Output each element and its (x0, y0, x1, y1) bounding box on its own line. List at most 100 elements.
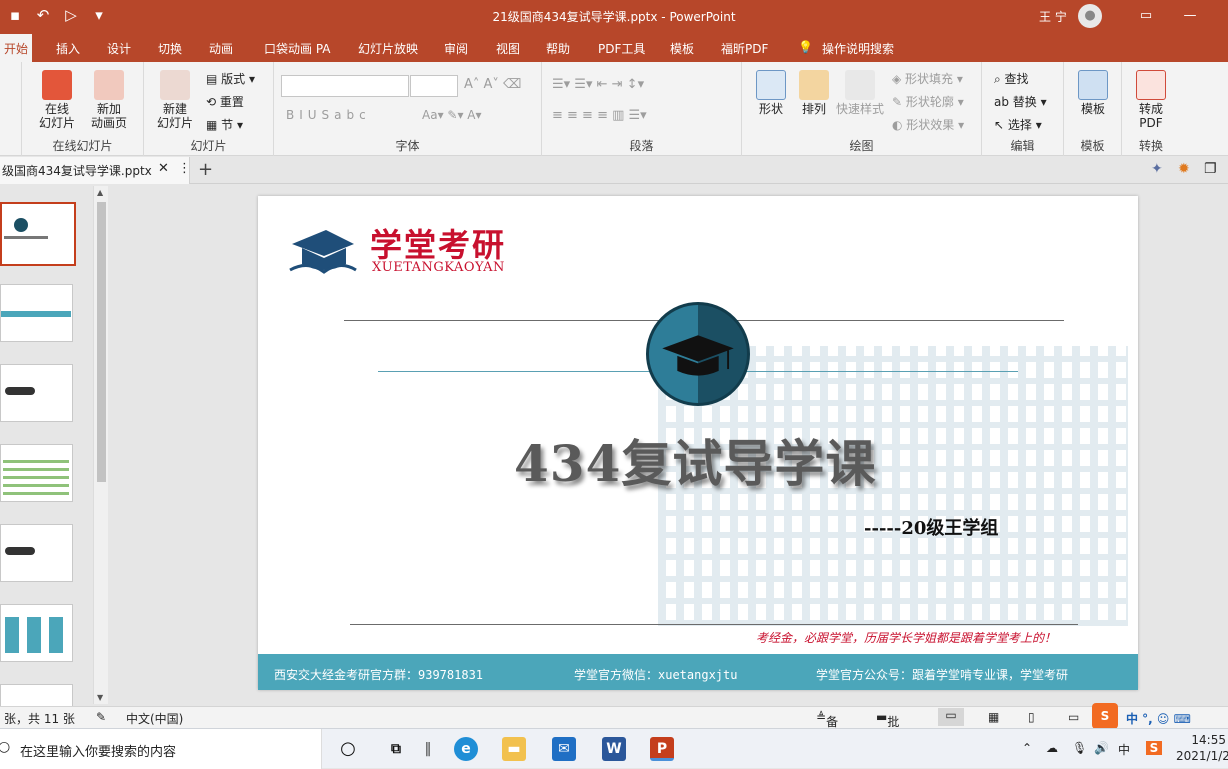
new-animation-page-button[interactable]: 新加 动画页 (84, 70, 134, 130)
arrange-button[interactable]: 排列 (796, 70, 832, 116)
graduation-medal-icon (646, 302, 750, 406)
template-button[interactable]: 模板 (1074, 70, 1112, 116)
tab-slideshow[interactable]: 幻灯片放映 (358, 40, 418, 57)
slide-thumbnail[interactable] (0, 524, 73, 582)
tab-templates[interactable]: 模板 (670, 40, 694, 57)
file-explorer-icon[interactable]: ▬ (502, 737, 526, 761)
word-icon[interactable]: W (602, 737, 626, 761)
alignment-buttons[interactable]: ≡ ≡ ≡ ≡ ▥ ☰▾ (552, 108, 647, 123)
new-slide-button[interactable]: 新建 幻灯片 (152, 70, 198, 130)
tab-design[interactable]: 设计 (107, 40, 131, 57)
tab-view[interactable]: 视图 (496, 40, 520, 57)
font-size-combo[interactable] (410, 75, 458, 97)
ime-indicator[interactable]: 中 (1118, 741, 1130, 758)
layout-button[interactable]: ▤ 版式 ▾ (206, 70, 255, 87)
list-buttons[interactable]: ☰▾ ☰▾ ⇤ ⇥ ↕▾ (552, 77, 644, 92)
close-icon[interactable]: ✕ (158, 161, 169, 176)
avatar[interactable]: ● (1078, 4, 1102, 28)
font-color-buttons[interactable]: Aa▾ ✎▾ A▾ (422, 108, 482, 122)
windows-taskbar: ○ 在这里输入你要搜索的内容 ○ ⧉ ‖ e ▬ ✉ W P ⌃ ☁ 🎙 🔊 中… (0, 728, 1228, 769)
shape-fill-button[interactable]: ◈ 形状填充 ▾ (892, 70, 963, 87)
shape-icon (756, 70, 786, 100)
scroll-up-icon[interactable]: ▲ (97, 188, 103, 197)
spellcheck-icon[interactable]: ✎ (96, 710, 106, 724)
shape-outline-button[interactable]: ✎ 形状轮廓 ▾ (892, 93, 964, 110)
task-view-icon[interactable]: ⧉ (384, 737, 408, 761)
powerpoint-icon[interactable]: P (650, 737, 674, 761)
reading-view-icon[interactable]: ▯ (1028, 710, 1035, 724)
sogou-tray-icon[interactable]: S (1146, 741, 1162, 755)
replace-button[interactable]: ab 替换 ▾ (994, 93, 1047, 110)
onedrive-icon[interactable]: ☁ (1046, 741, 1058, 755)
ribbon-group-editing: ⌕ 查找 ab 替换 ▾ ↖ 选择 ▾ 编辑 (982, 62, 1064, 156)
slide-thumbnail[interactable] (0, 364, 73, 422)
gear-icon[interactable]: ✹ (1178, 161, 1190, 177)
convert-to-pdf-button[interactable]: 转成 PDF (1130, 70, 1172, 130)
language-indicator[interactable]: 中文(中国) (126, 710, 183, 727)
tab-pocket-animation[interactable]: 口袋动画 PA (264, 40, 331, 57)
find-button[interactable]: ⌕ 查找 (994, 70, 1029, 87)
font-format-buttons[interactable]: BIUSabc (286, 108, 371, 122)
slide-thumbnail[interactable] (0, 444, 73, 502)
slide-thumbnail[interactable] (0, 604, 73, 662)
select-button[interactable]: ↖ 选择 ▾ (994, 116, 1042, 133)
quick-styles-icon (845, 70, 875, 100)
thumbnails-scrollbar[interactable]: ▲ ▼ (93, 186, 108, 704)
user-name[interactable]: 王 宁 (1039, 8, 1067, 25)
edge-browser-icon[interactable]: e (454, 737, 478, 761)
section-button[interactable]: ▦ 节 ▾ (206, 116, 243, 133)
arrange-icon (799, 70, 829, 100)
slide-canvas[interactable]: 学堂考研 XUETANGKAOYAN 434复试导学课 -----20级王学组 … (258, 196, 1138, 690)
minimize-icon[interactable]: — (1168, 0, 1212, 32)
ribbon-display-options-icon[interactable]: ▭ (1124, 0, 1168, 32)
slide-thumbnail[interactable] (0, 202, 76, 266)
template-icon (1078, 70, 1108, 100)
restore-icon[interactable]: ❐ (1204, 161, 1217, 177)
online-slide-button[interactable]: 在线 幻灯片 (34, 70, 80, 130)
sogou-ime-icon[interactable]: S (1092, 703, 1118, 729)
thumbnail-boxes (5, 617, 67, 653)
tab-insert[interactable]: 插入 (56, 40, 80, 57)
normal-view-icon[interactable]: ▭ (938, 708, 964, 726)
system-clock[interactable]: 14:55 2021/1/2 (1176, 732, 1228, 764)
cortana-icon[interactable]: ○ (336, 737, 360, 761)
divider-line (350, 624, 1078, 625)
scroll-down-icon[interactable]: ▼ (97, 693, 103, 702)
tab-pdf-tools[interactable]: PDF工具 (598, 40, 645, 57)
microphone-icon[interactable]: 🎙 (1072, 741, 1087, 755)
taskbar-search-box[interactable]: ○ 在这里输入你要搜索的内容 (0, 729, 322, 769)
document-tab[interactable]: 级国商434复试导学课.pptx ✕ ⋮ (0, 157, 191, 184)
scrollbar-thumb[interactable] (97, 202, 106, 482)
tab-home[interactable]: 开始 (0, 34, 33, 62)
reset-button[interactable]: ⟲ 重置 (206, 93, 244, 110)
group-label: 模板 (1080, 139, 1105, 153)
tab-review[interactable]: 审阅 (444, 40, 468, 57)
slide-sorter-icon[interactable]: ▦ (988, 710, 999, 724)
group-label: 编辑 (1010, 139, 1035, 153)
mail-icon[interactable]: ✉ (552, 737, 576, 761)
footer-wechat: 学堂官方微信：xuetangxjtu (574, 668, 738, 682)
shape-effects-button[interactable]: ◐ 形状效果 ▾ (892, 116, 964, 133)
font-name-combo[interactable] (281, 75, 409, 97)
comments-button[interactable]: ▬ 批注 (876, 710, 899, 746)
slideshow-view-icon[interactable]: ▭ (1068, 710, 1079, 724)
volume-icon[interactable]: 🔊 (1094, 741, 1109, 755)
more-icon[interactable]: ⋮ (178, 161, 191, 176)
tab-help[interactable]: 帮助 (546, 40, 570, 57)
quick-styles-button[interactable]: 快速样式 (834, 70, 886, 116)
font-size-controls[interactable]: A˄ A˅ ⌫ (464, 77, 521, 92)
animation-page-icon (94, 70, 124, 100)
tab-transitions[interactable]: 切换 (158, 40, 182, 57)
tab-foxit-pdf[interactable]: 福昕PDF (721, 40, 768, 57)
slide-thumbnail[interactable] (0, 284, 73, 342)
new-tab-icon[interactable]: + (198, 159, 213, 180)
notes-button[interactable]: ≜ 备注 (816, 710, 838, 746)
tool-icon[interactable]: ✦ (1151, 161, 1163, 177)
show-hidden-icons-icon[interactable]: ⌃ (1022, 741, 1032, 755)
shape-button[interactable]: 形状 (752, 70, 790, 116)
tell-me-search[interactable]: 操作说明搜索 (822, 40, 894, 57)
ribbon-group-paragraph: ☰▾ ☰▾ ⇤ ⇥ ↕▾ ≡ ≡ ≡ ≡ ▥ ☰▾ 段落 (542, 62, 742, 156)
slide-thumbnail[interactable] (0, 684, 73, 706)
tab-animations[interactable]: 动画 (209, 40, 233, 57)
ime-toolbar[interactable]: 中 °, ☺ ⌨ (1126, 710, 1191, 727)
